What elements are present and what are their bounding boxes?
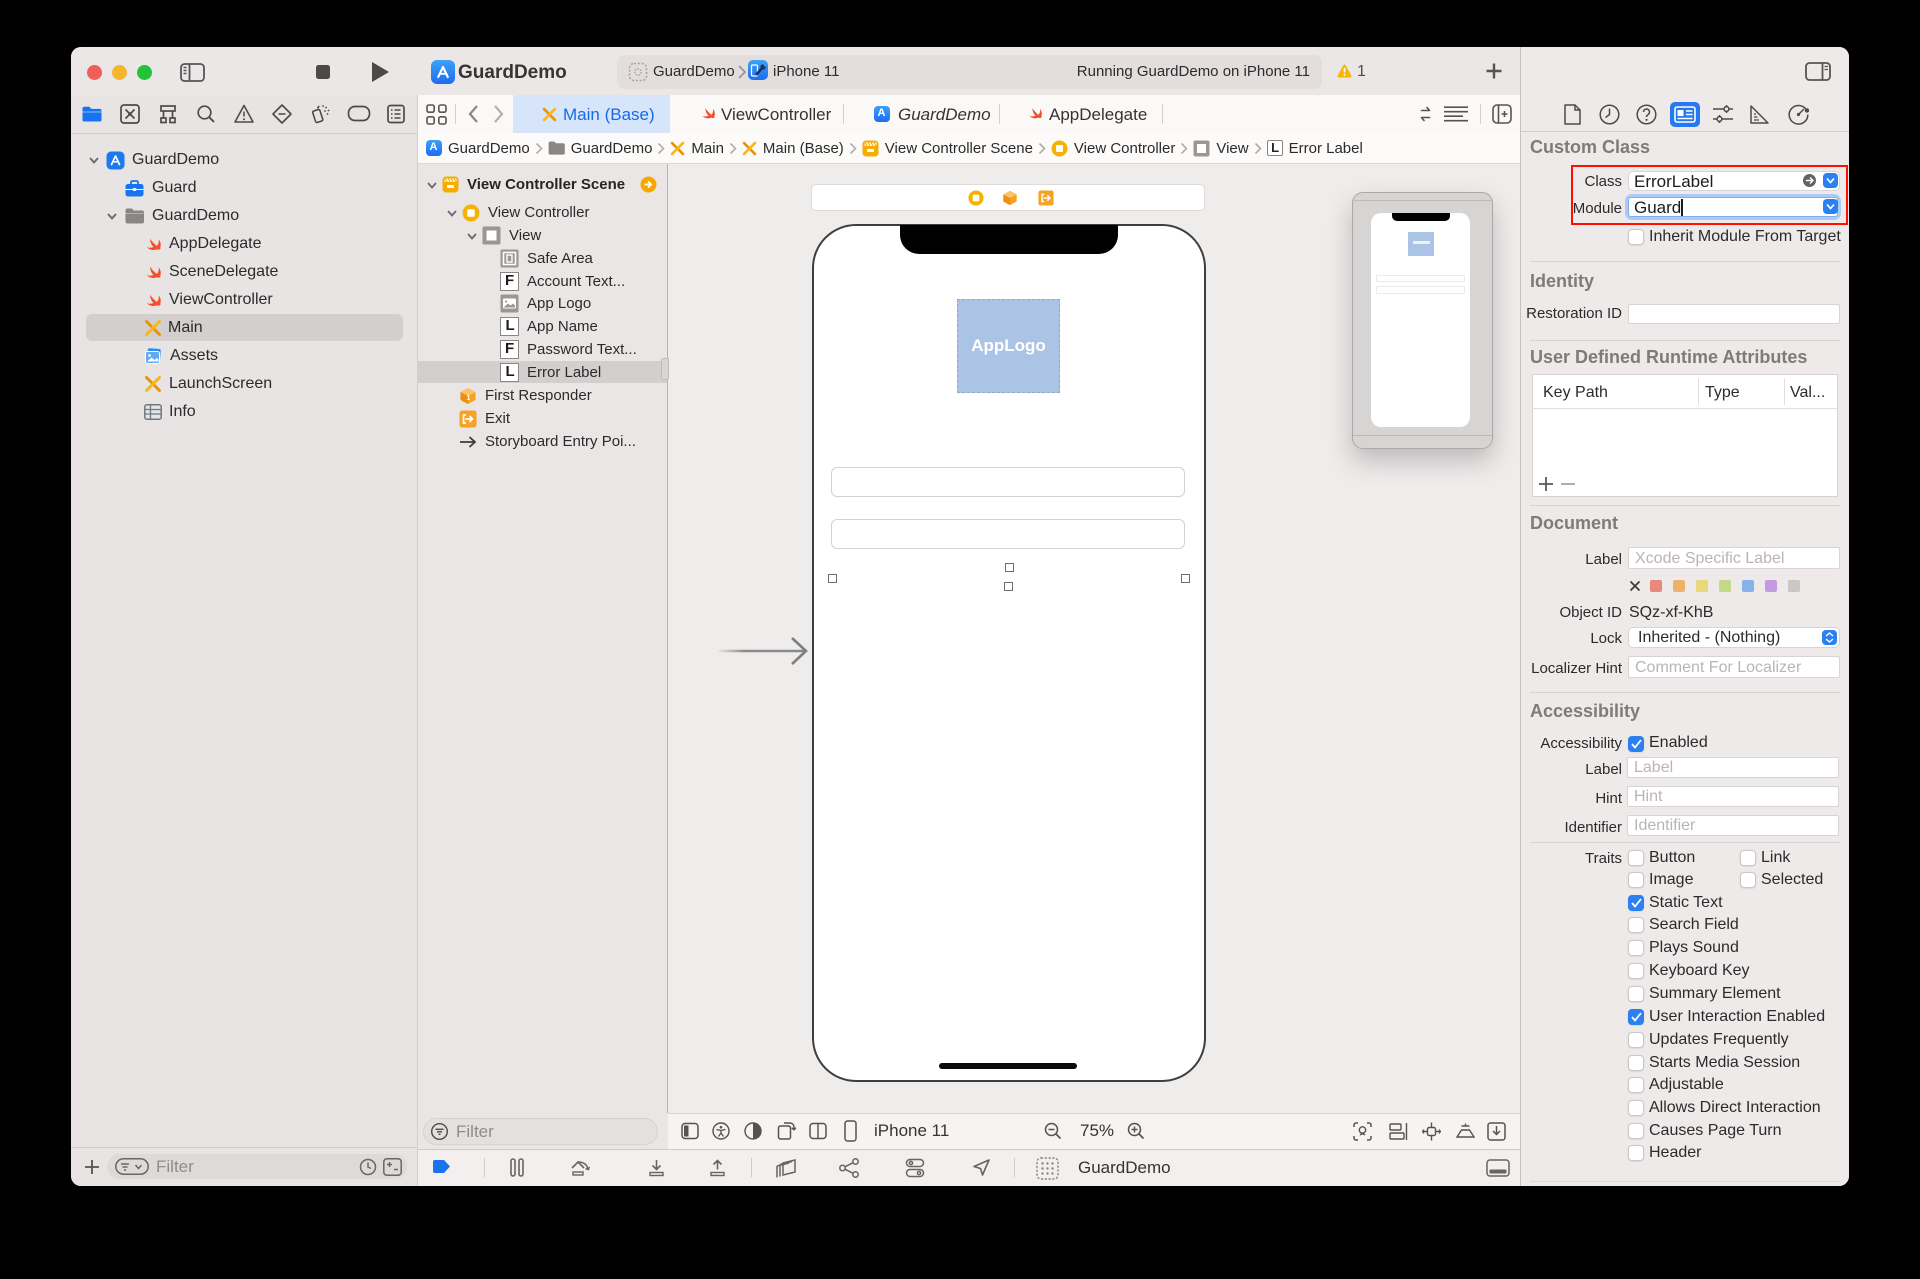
svg-text:1: 1 — [467, 395, 471, 402]
